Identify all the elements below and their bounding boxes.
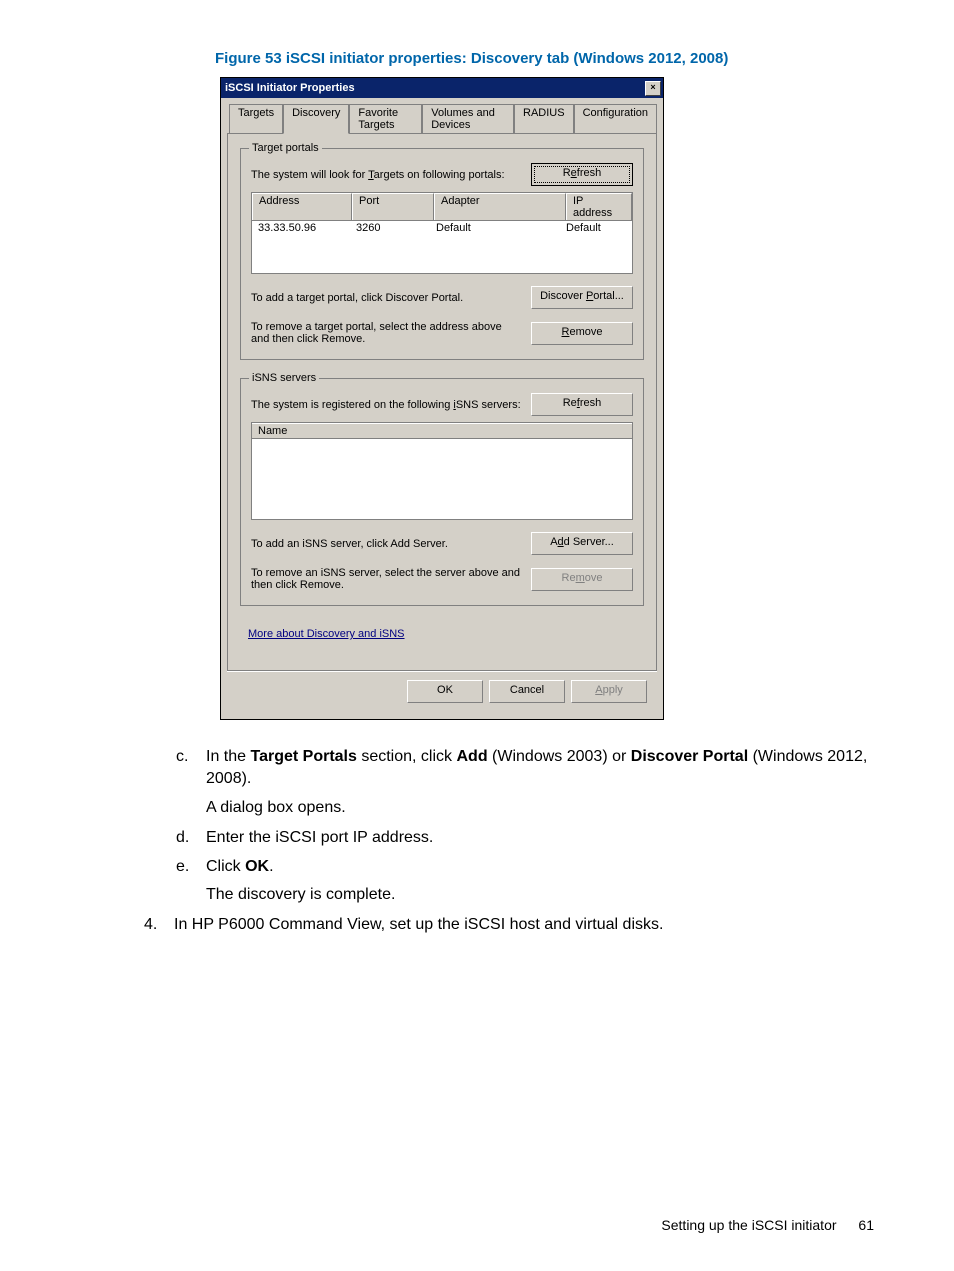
remove-portal-button[interactable]: Remove <box>531 322 633 345</box>
step-text: Enter the iSCSI port IP address. <box>206 827 874 849</box>
step-e: e. Click OK. <box>80 856 874 878</box>
step-text: In HP P6000 Command View, set up the iSC… <box>174 914 874 936</box>
step-c-result: A dialog box opens. <box>206 797 874 819</box>
help-link-discovery-isns[interactable]: More about Discovery and iSNS <box>248 628 405 640</box>
refresh-portals-button[interactable]: Refresh <box>531 163 633 186</box>
step-4: 4. In HP P6000 Command View, set up the … <box>80 914 874 936</box>
txt: (Windows 2003) or <box>488 748 631 765</box>
tab-configuration[interactable]: Configuration <box>574 104 657 133</box>
isns-intro: The system is registered on the followin… <box>251 399 531 411</box>
target-portals-intro: The system will look for Targets on foll… <box>251 169 531 181</box>
tabstrip: Targets Discovery Favorite Targets Volum… <box>227 104 657 133</box>
col-adapter: Adapter <box>434 193 566 220</box>
step-e-result: The discovery is complete. <box>206 884 874 906</box>
cell-address: 33.33.50.96 <box>252 221 350 235</box>
isns-list[interactable]: Name <box>251 422 633 520</box>
step-number: 4. <box>144 914 174 936</box>
txt: Discover Portal <box>631 748 748 765</box>
target-portals-list[interactable]: Address Port Adapter IP address 33.33.50… <box>251 192 633 274</box>
discover-portal-button[interactable]: Discover Portal... <box>531 286 633 309</box>
step-letter: c. <box>176 746 206 791</box>
page-footer: Setting up the iSCSI initiator 61 <box>661 1217 874 1233</box>
tab-favorite-targets[interactable]: Favorite Targets <box>349 104 422 133</box>
remove-portal-text: To remove a target portal, select the ad… <box>251 321 531 345</box>
txt: Add <box>456 748 487 765</box>
txt: Click <box>206 858 245 875</box>
group-legend-target-portals: Target portals <box>249 142 322 154</box>
col-name: Name <box>252 423 632 439</box>
dialog-title: iSCSI Initiator Properties <box>225 82 355 94</box>
txt: OK <box>245 858 269 875</box>
step-letter: e. <box>176 856 206 878</box>
footer-text: Setting up the iSCSI initiator <box>661 1217 836 1233</box>
apply-button[interactable]: Apply <box>571 680 647 703</box>
close-icon[interactable]: × <box>645 81 661 96</box>
txt: Target Portals <box>250 748 356 765</box>
step-letter: d. <box>176 827 206 849</box>
txt: In the <box>206 748 250 765</box>
table-row[interactable]: 33.33.50.96 3260 Default Default <box>252 221 632 235</box>
tab-discovery[interactable]: Discovery <box>283 104 349 134</box>
add-server-button[interactable]: Add Server... <box>531 532 633 555</box>
cancel-button[interactable]: Cancel <box>489 680 565 703</box>
cell-port: 3260 <box>350 221 430 235</box>
iscsi-properties-dialog: iSCSI Initiator Properties × Targets Dis… <box>220 77 664 720</box>
group-legend-isns: iSNS servers <box>249 372 319 384</box>
isns-servers-group: iSNS servers The system is registered on… <box>240 378 644 606</box>
tab-radius[interactable]: RADIUS <box>514 104 574 133</box>
refresh-isns-button[interactable]: Refresh <box>531 393 633 416</box>
col-ip: IP address <box>566 193 632 220</box>
remove-isns-text: To remove an iSNS server, select the ser… <box>251 567 531 591</box>
titlebar: iSCSI Initiator Properties × <box>221 78 663 98</box>
target-portals-group: Target portals The system will look for … <box>240 148 644 360</box>
txt: . <box>269 858 273 875</box>
ok-button[interactable]: OK <box>407 680 483 703</box>
cell-ip: Default <box>560 221 632 235</box>
cell-adapter: Default <box>430 221 560 235</box>
add-isns-text: To add an iSNS server, click Add Server. <box>251 538 531 550</box>
add-portal-text: To add a target portal, click Discover P… <box>251 292 531 304</box>
txt: section, click <box>357 748 457 765</box>
tab-targets[interactable]: Targets <box>229 104 283 133</box>
col-port: Port <box>352 193 434 220</box>
step-c: c. In the Target Portals section, click … <box>80 746 874 791</box>
step-d: d. Enter the iSCSI port IP address. <box>80 827 874 849</box>
col-address: Address <box>252 193 352 220</box>
figure-caption: Figure 53 iSCSI initiator properties: Di… <box>215 50 874 67</box>
tab-volumes-devices[interactable]: Volumes and Devices <box>422 104 514 133</box>
page-number: 61 <box>858 1217 874 1233</box>
tab-panel-discovery: Target portals The system will look for … <box>227 133 657 671</box>
remove-isns-button[interactable]: Remove <box>531 568 633 591</box>
